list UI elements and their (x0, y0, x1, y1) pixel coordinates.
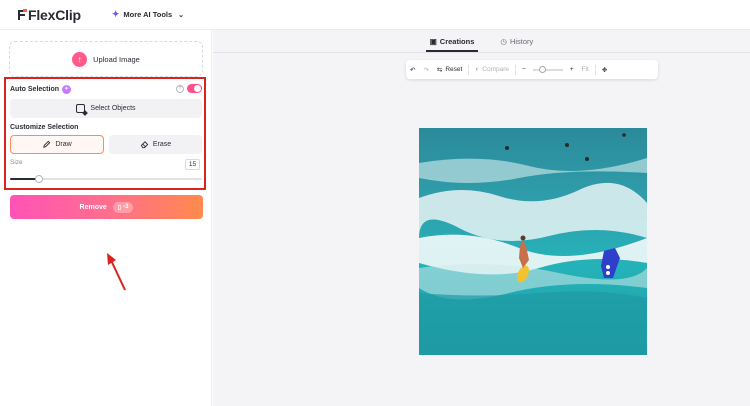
canvas-toolbar: ↶ ↷ ⇆ Reset ◐ Compare − + Fit ✥ (406, 60, 658, 79)
size-value-input[interactable]: 15 (185, 159, 200, 170)
erase-tool-button[interactable]: Erase (109, 135, 202, 154)
ai-badge-icon: ✦ (62, 84, 72, 94)
left-panel: ↑ Upload Image Auto Selection ✦ ? Select… (0, 30, 212, 406)
customize-selection-label: Customize Selection (10, 124, 79, 131)
draw-label: Draw (55, 141, 72, 148)
compare-button[interactable]: ◐ Compare (471, 66, 513, 73)
tab-history-label: History (509, 36, 534, 46)
credit-cost-badge: ▯ -3 (112, 201, 134, 213)
tab-creations[interactable]: ▣ Creations (422, 30, 483, 52)
fit-button[interactable]: Fit (578, 66, 593, 73)
select-objects-button[interactable]: Select Objects (10, 99, 202, 118)
flexclip-logo[interactable]: Flex Clip (17, 7, 81, 23)
upload-icon: ↑ (72, 51, 88, 67)
creations-icon: ▣ (429, 36, 437, 46)
zoom-out-icon[interactable]: − (518, 66, 530, 73)
top-bar: Flex Clip ✦ More AI Tools ⌄ (0, 0, 750, 30)
undo-icon[interactable]: ↶ (406, 66, 419, 74)
compare-label: Compare (482, 66, 510, 73)
erase-label: Erase (152, 141, 172, 148)
auto-selection-row: Auto Selection ✦ ? (10, 83, 202, 95)
more-ai-tools-label: More AI Tools (123, 10, 173, 19)
result-tabs: ▣ Creations ◷ History (213, 30, 750, 52)
reset-label: Reset (445, 66, 463, 73)
brand-text-clip: Clip (55, 6, 81, 23)
zoom-slider-thumb[interactable] (538, 65, 546, 73)
size-slider-thumb[interactable] (34, 175, 43, 183)
credit-cost-value: -3 (123, 204, 129, 210)
auto-selection-label: Auto Selection (10, 85, 60, 93)
brand-text-flex: Flex (28, 6, 56, 23)
remove-label: Remove (79, 203, 107, 211)
chevron-down-icon: ⌄ (178, 11, 185, 19)
reset-button[interactable]: ⇆ Reset (433, 66, 466, 74)
compare-icon: ◐ (475, 66, 480, 73)
select-objects-label: Select Objects (90, 105, 136, 112)
sparkle-icon: ✦ (111, 9, 120, 19)
move-icon[interactable]: ✥ (598, 66, 611, 74)
tab-creations-label: Creations (439, 36, 475, 46)
selection-highlight-box: Auto Selection ✦ ? Select Objects Custom… (4, 77, 206, 190)
tab-divider (213, 52, 750, 53)
credit-icon: ▯ (117, 204, 122, 211)
toolbar-divider (468, 64, 470, 75)
toolbar-divider (594, 64, 596, 75)
tab-history[interactable]: ◷ History (492, 30, 541, 52)
history-icon: ◷ (500, 36, 507, 46)
red-arrow-annotation (107, 253, 126, 291)
select-objects-icon (76, 104, 86, 113)
reset-icon: ⇆ (436, 66, 443, 74)
upload-image-label: Upload Image (93, 54, 140, 64)
more-ai-tools-menu[interactable]: ✦ More AI Tools ⌄ (112, 9, 184, 20)
zoom-slider[interactable] (532, 65, 563, 73)
zoom-in-icon[interactable]: + (566, 66, 578, 73)
upload-image-button[interactable]: ↑ Upload Image (9, 41, 203, 77)
surfer-image (419, 128, 647, 355)
draw-tool-button[interactable]: Draw (10, 135, 104, 154)
eraser-icon (140, 141, 149, 149)
redo-icon[interactable]: ↷ (419, 66, 432, 74)
auto-selection-toggle[interactable] (187, 84, 202, 93)
help-icon[interactable]: ? (176, 85, 184, 93)
size-slider[interactable] (10, 175, 202, 183)
logo-mark-icon (18, 8, 27, 20)
canvas-area: ▣ Creations ◷ History ↶ ↷ ⇆ Reset ◐ Comp… (213, 30, 750, 406)
size-label: Size (10, 159, 23, 166)
toolbar-divider (515, 64, 517, 75)
pencil-icon (43, 140, 51, 148)
remove-button[interactable]: Remove ▯ -3 (10, 195, 203, 219)
